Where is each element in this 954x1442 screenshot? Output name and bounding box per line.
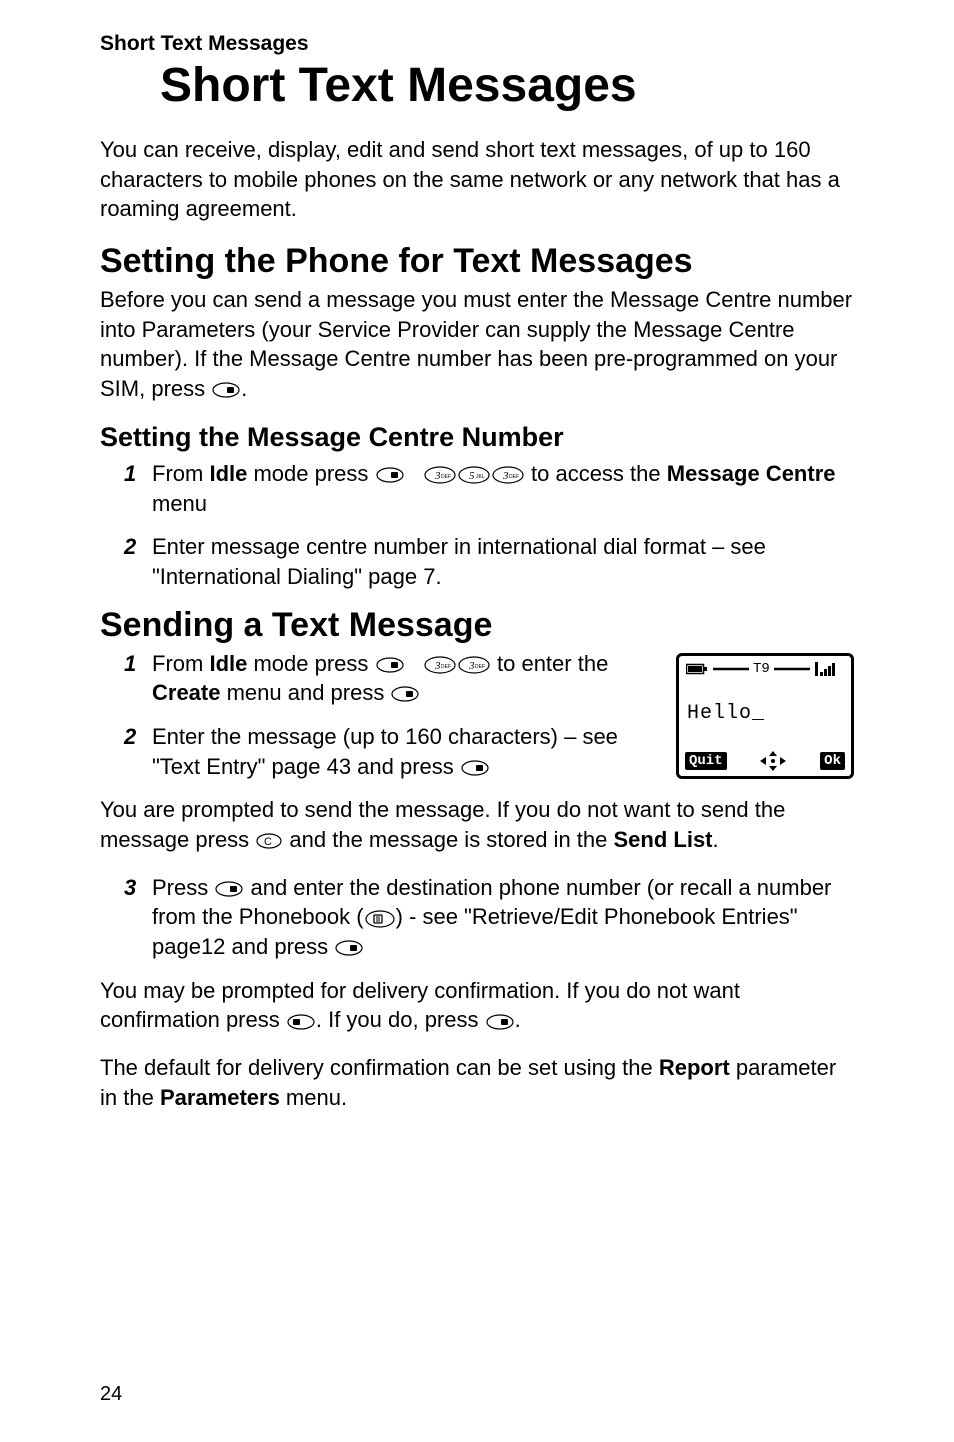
text: . If you do, press (316, 1007, 485, 1032)
text: menu and press (220, 680, 390, 705)
send-steps-3: 3 Press and enter the destination phone … (124, 873, 854, 962)
key-3-icon: 3DEF (424, 656, 456, 674)
centre-steps: 1 From Idle mode press 3DEF5JKL3DEF to a… (124, 459, 854, 592)
send-after-paragraph: You are prompted to send the message. If… (100, 795, 854, 854)
text: . (713, 827, 719, 852)
running-head: Short Text Messages (100, 32, 854, 56)
nav-arrows-icon (760, 751, 786, 771)
send-step-2: 2 Enter the message (up to 160 character… (124, 722, 640, 781)
svg-text:3: 3 (502, 470, 509, 482)
text: From (152, 651, 209, 676)
setting-intro-b: . (241, 376, 247, 401)
select-right-icon (486, 1014, 514, 1030)
send-step-1: 1 From Idle mode press 3DEF3DEF to enter… (124, 649, 640, 708)
svg-text:DEF: DEF (475, 664, 485, 670)
select-right-icon (376, 467, 404, 483)
text: Enter the message (up to 160 characters)… (152, 724, 618, 779)
text: to access the (531, 461, 667, 486)
select-right-icon (335, 940, 363, 956)
text: mode press (247, 461, 374, 486)
send-steps-1-2: 1 From Idle mode press 3DEF3DEF to enter… (124, 649, 640, 782)
dash-icon (774, 666, 810, 672)
signal-icon (815, 662, 835, 676)
page-title: Short Text Messages (160, 58, 854, 113)
confirmation-paragraph: You may be prompted for delivery confirm… (100, 976, 854, 1035)
idle-label: Idle (209, 461, 247, 486)
key-5-icon: 5JKL (458, 466, 490, 484)
text: Enter message centre number in internati… (152, 532, 854, 591)
dash-icon (713, 666, 749, 672)
setting-intro: Before you can send a message you must e… (100, 285, 854, 404)
text: . (515, 1007, 521, 1032)
select-right-icon (391, 686, 419, 702)
step-number: 1 (124, 459, 152, 518)
centre-step-2: 2 Enter message centre number in interna… (124, 532, 854, 591)
intro-paragraph: You can receive, display, edit and send … (100, 135, 854, 224)
svg-text:3: 3 (434, 660, 441, 672)
parameters-label: Parameters (160, 1085, 280, 1110)
text: menu (152, 491, 207, 516)
section-sending: Sending a Text Message (100, 606, 854, 645)
page-number: 24 (100, 1383, 122, 1406)
text: From (152, 461, 209, 486)
select-right-icon (212, 382, 240, 398)
svg-text:JKL: JKL (476, 474, 485, 480)
select-right-icon (215, 881, 243, 897)
key-3-icon: 3DEF (458, 656, 490, 674)
text: Press (152, 875, 214, 900)
select-right-icon (376, 657, 404, 673)
svg-text:3: 3 (468, 660, 475, 672)
t9-indicator: T9 (753, 661, 770, 677)
step-number: 2 (124, 722, 152, 781)
text: menu. (280, 1085, 347, 1110)
clear-key-icon: C (256, 833, 282, 849)
phone-text-content: Hello_ (685, 702, 845, 725)
section-setting-phone: Setting the Phone for Text Messages (100, 242, 854, 281)
text: mode press (247, 651, 374, 676)
svg-text:DEF: DEF (441, 664, 451, 670)
key-3-icon: 3DEF (492, 466, 524, 484)
report-label: Report (659, 1055, 730, 1080)
svg-text:C: C (264, 836, 272, 848)
select-right-icon (461, 760, 489, 776)
text: The default for delivery confirmation ca… (100, 1055, 659, 1080)
step-number: 1 (124, 649, 152, 708)
softkey-ok: Ok (820, 752, 845, 770)
step-number: 2 (124, 532, 152, 591)
svg-text:DEF: DEF (441, 474, 451, 480)
phone-screen-figure: T9 Hello_ Quit Ok (676, 653, 854, 779)
idle-label: Idle (209, 651, 247, 676)
key-3-icon: 3DEF (424, 466, 456, 484)
send-step-3: 3 Press and enter the destination phone … (124, 873, 854, 962)
report-paragraph: The default for delivery confirmation ca… (100, 1053, 854, 1112)
message-centre-label: Message Centre (667, 461, 836, 486)
battery-icon (686, 663, 708, 675)
select-left-icon (287, 1014, 315, 1030)
step-number: 3 (124, 873, 152, 962)
text: to enter the (497, 651, 608, 676)
svg-text:5: 5 (469, 470, 475, 482)
create-label: Create (152, 680, 220, 705)
subsection-centre-number: Setting the Message Centre Number (100, 422, 854, 453)
svg-text:DEF: DEF (509, 474, 519, 480)
text: and the message is stored in the (283, 827, 613, 852)
softkey-quit: Quit (685, 752, 727, 770)
send-list-label: Send List (614, 827, 713, 852)
phonebook-select-icon (365, 910, 395, 928)
centre-step-1: 1 From Idle mode press 3DEF5JKL3DEF to a… (124, 459, 854, 518)
svg-text:3: 3 (434, 470, 441, 482)
